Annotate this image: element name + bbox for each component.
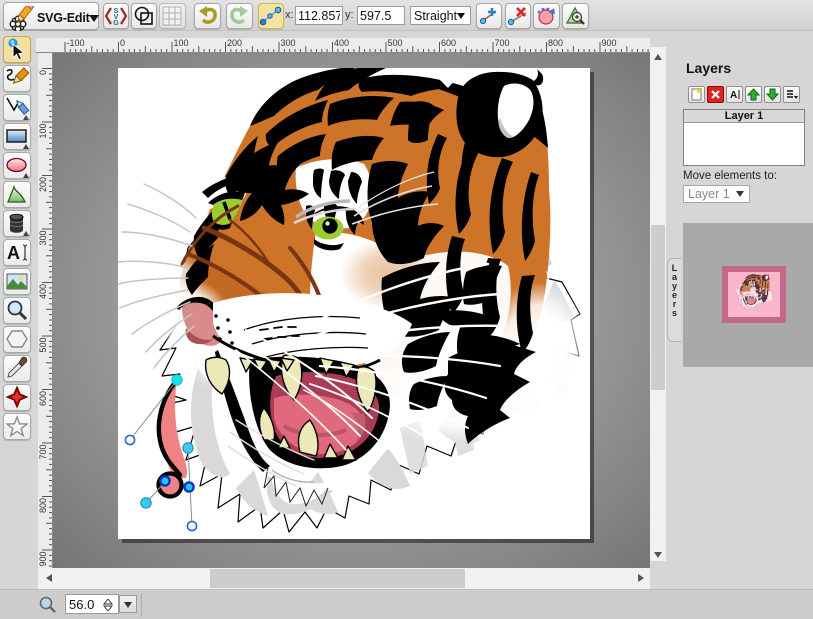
svg-text:200: 200 <box>227 38 242 48</box>
svg-text:300: 300 <box>38 231 48 246</box>
svg-text:400: 400 <box>38 284 48 299</box>
svg-text:-100: -100 <box>67 38 85 48</box>
svg-text:700: 700 <box>495 38 510 48</box>
svg-text:900: 900 <box>602 38 617 48</box>
svg-text:0: 0 <box>38 70 48 75</box>
svg-text:600: 600 <box>441 38 456 48</box>
svg-text:G: G <box>113 20 119 27</box>
svg-text:200: 200 <box>38 177 48 192</box>
svg-text:100: 100 <box>174 38 189 48</box>
svg-text:800: 800 <box>38 498 48 513</box>
svg-text:700: 700 <box>38 445 48 460</box>
svg-text:800: 800 <box>548 38 563 48</box>
svg-text:300: 300 <box>281 38 296 48</box>
svg-text:400: 400 <box>334 38 349 48</box>
svg-text:A: A <box>730 90 737 101</box>
svg-text:0: 0 <box>120 38 125 48</box>
svg-text:100: 100 <box>38 124 48 139</box>
svg-text:A: A <box>7 243 20 263</box>
svg-text:900: 900 <box>38 552 48 567</box>
svg-text:500: 500 <box>38 338 48 353</box>
svg-text:500: 500 <box>388 38 403 48</box>
svg-text:600: 600 <box>38 391 48 406</box>
